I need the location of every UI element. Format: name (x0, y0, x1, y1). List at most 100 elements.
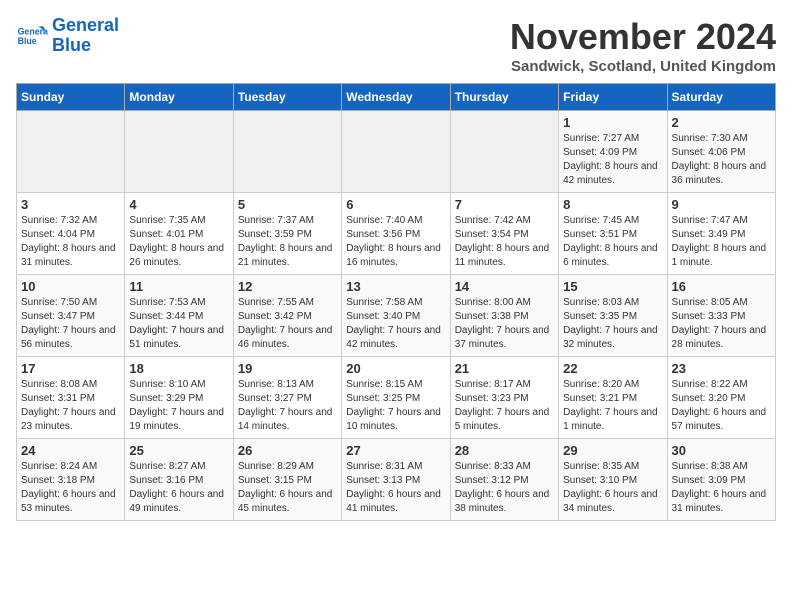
day-info: Sunrise: 8:24 AM Sunset: 3:18 PM Dayligh… (21, 460, 120, 516)
calendar-cell: 8Sunrise: 7:45 AM Sunset: 3:51 PM Daylig… (559, 193, 667, 275)
day-number: 4 (129, 197, 228, 212)
day-info: Sunrise: 8:22 AM Sunset: 3:20 PM Dayligh… (672, 378, 771, 434)
day-number: 25 (129, 443, 228, 458)
col-header-tuesday: Tuesday (233, 84, 341, 111)
day-number: 3 (21, 197, 120, 212)
calendar-cell: 24 Sunrise: 8:24 AM Sunset: 3:18 PM Dayli… (17, 439, 125, 521)
day-info: Sunrise: 7:50 AM Sunset: 3:47 PM Dayligh… (21, 296, 120, 352)
day-info: Sunrise: 8:29 AM Sunset: 3:15 PM Dayligh… (238, 460, 337, 516)
day-info: Sunrise: 8:05 AM Sunset: 3:33 PM Dayligh… (672, 296, 771, 352)
calendar-cell: 3Sunrise: 7:32 AM Sunset: 4:04 PM Daylig… (17, 193, 125, 275)
day-number: 29 (563, 443, 662, 458)
calendar-cell: 7Sunrise: 7:42 AM Sunset: 3:54 PM Daylig… (450, 193, 558, 275)
calendar-cell: 22Sunrise: 8:20 AM Sunset: 3:21 PM Dayli… (559, 357, 667, 439)
svg-text:Blue: Blue (18, 36, 37, 46)
day-number: 15 (563, 279, 662, 294)
day-number: 10 (21, 279, 120, 294)
calendar-cell: 14 Sunrise: 8:00 AM Sunset: 3:38 PM Dayli… (450, 275, 558, 357)
day-info: Sunrise: 8:17 AM Sunset: 3:23 PM Dayligh… (455, 378, 554, 434)
day-info: Sunrise: 8:08 AM Sunset: 3:31 PM Dayligh… (21, 378, 120, 434)
calendar-cell: 30 Sunrise: 8:38 AM Sunset: 3:09 PM Dayli… (667, 439, 775, 521)
calendar-cell: 2 Sunrise: 7:30 AM Sunset: 4:06 PM Daylig… (667, 111, 775, 193)
day-info: Sunrise: 8:27 AM Sunset: 3:16 PM Dayligh… (129, 460, 228, 516)
calendar-week-row: 3Sunrise: 7:32 AM Sunset: 4:04 PM Daylig… (17, 193, 776, 275)
calendar-cell: 20Sunrise: 8:15 AM Sunset: 3:25 PM Dayli… (342, 357, 450, 439)
calendar-cell: 19Sunrise: 8:13 AM Sunset: 3:27 PM Dayli… (233, 357, 341, 439)
day-number: 24 (21, 443, 120, 458)
calendar-cell: 18Sunrise: 8:10 AM Sunset: 3:29 PM Dayli… (125, 357, 233, 439)
day-info: Sunrise: 8:35 AM Sunset: 3:10 PM Dayligh… (563, 460, 662, 516)
day-number: 21 (455, 361, 554, 376)
day-number: 1 (563, 115, 662, 130)
day-info: Sunrise: 8:03 AM Sunset: 3:35 PM Dayligh… (563, 296, 662, 352)
day-info: Sunrise: 8:33 AM Sunset: 3:12 PM Dayligh… (455, 460, 554, 516)
col-header-monday: Monday (125, 84, 233, 111)
day-info: Sunrise: 8:00 AM Sunset: 3:38 PM Dayligh… (455, 296, 554, 352)
day-number: 28 (455, 443, 554, 458)
day-info: Sunrise: 7:55 AM Sunset: 3:42 PM Dayligh… (238, 296, 337, 352)
calendar-cell: 27 Sunrise: 8:31 AM Sunset: 3:13 PM Dayli… (342, 439, 450, 521)
day-info: Sunrise: 8:38 AM Sunset: 3:09 PM Dayligh… (672, 460, 771, 516)
calendar-cell (233, 111, 341, 193)
col-header-saturday: Saturday (667, 84, 775, 111)
day-number: 13 (346, 279, 445, 294)
month-year-title: November 2024 (510, 16, 776, 58)
calendar-week-row: 1Sunrise: 7:27 AM Sunset: 4:09 PM Daylig… (17, 111, 776, 193)
col-header-sunday: Sunday (17, 84, 125, 111)
calendar-week-row: 24 Sunrise: 8:24 AM Sunset: 3:18 PM Dayli… (17, 439, 776, 521)
calendar-cell (342, 111, 450, 193)
calendar-table: SundayMondayTuesdayWednesdayThursdayFrid… (16, 83, 776, 521)
calendar-cell (17, 111, 125, 193)
day-number: 6 (346, 197, 445, 212)
day-info: Sunrise: 7:53 AM Sunset: 3:44 PM Dayligh… (129, 296, 228, 352)
day-number: 16 (672, 279, 771, 294)
day-info: Sunrise: 7:42 AM Sunset: 3:54 PM Dayligh… (455, 214, 554, 270)
location-subtitle: Sandwick, Scotland, United Kingdom (510, 58, 776, 75)
day-number: 19 (238, 361, 337, 376)
calendar-cell: 6Sunrise: 7:40 AM Sunset: 3:56 PM Daylig… (342, 193, 450, 275)
calendar-cell: 23 Sunrise: 8:22 AM Sunset: 3:20 PM Dayli… (667, 357, 775, 439)
calendar-cell: 25 Sunrise: 8:27 AM Sunset: 3:16 PM Dayli… (125, 439, 233, 521)
day-info: Sunrise: 7:30 AM Sunset: 4:06 PM Dayligh… (672, 132, 771, 188)
day-info: Sunrise: 8:15 AM Sunset: 3:25 PM Dayligh… (346, 378, 445, 434)
logo: General Blue General Blue (16, 16, 119, 56)
calendar-cell: 10 Sunrise: 7:50 AM Sunset: 3:47 PM Dayli… (17, 275, 125, 357)
day-info: Sunrise: 7:37 AM Sunset: 3:59 PM Dayligh… (238, 214, 337, 270)
calendar-week-row: 17 Sunrise: 8:08 AM Sunset: 3:31 PM Dayli… (17, 357, 776, 439)
day-number: 26 (238, 443, 337, 458)
day-number: 9 (672, 197, 771, 212)
calendar-cell: 5 Sunrise: 7:37 AM Sunset: 3:59 PM Daylig… (233, 193, 341, 275)
day-number: 12 (238, 279, 337, 294)
calendar-header-row: SundayMondayTuesdayWednesdayThursdayFrid… (17, 84, 776, 111)
col-header-thursday: Thursday (450, 84, 558, 111)
day-number: 17 (21, 361, 120, 376)
col-header-friday: Friday (559, 84, 667, 111)
calendar-cell: 16 Sunrise: 8:05 AM Sunset: 3:33 PM Dayli… (667, 275, 775, 357)
calendar-cell: 13 Sunrise: 7:58 AM Sunset: 3:40 PM Dayli… (342, 275, 450, 357)
calendar-cell: 4 Sunrise: 7:35 AM Sunset: 4:01 PM Daylig… (125, 193, 233, 275)
calendar-cell: 11 Sunrise: 7:53 AM Sunset: 3:44 PM Dayli… (125, 275, 233, 357)
day-number: 11 (129, 279, 228, 294)
calendar-cell: 1Sunrise: 7:27 AM Sunset: 4:09 PM Daylig… (559, 111, 667, 193)
day-info: Sunrise: 7:58 AM Sunset: 3:40 PM Dayligh… (346, 296, 445, 352)
calendar-cell (125, 111, 233, 193)
day-info: Sunrise: 8:31 AM Sunset: 3:13 PM Dayligh… (346, 460, 445, 516)
col-header-wednesday: Wednesday (342, 84, 450, 111)
day-number: 27 (346, 443, 445, 458)
day-info: Sunrise: 8:10 AM Sunset: 3:29 PM Dayligh… (129, 378, 228, 434)
day-number: 5 (238, 197, 337, 212)
day-number: 14 (455, 279, 554, 294)
day-number: 30 (672, 443, 771, 458)
title-area: November 2024 Sandwick, Scotland, United… (510, 16, 776, 75)
day-info: Sunrise: 7:47 AM Sunset: 3:49 PM Dayligh… (672, 214, 771, 270)
day-number: 2 (672, 115, 771, 130)
calendar-cell: 29 Sunrise: 8:35 AM Sunset: 3:10 PM Dayli… (559, 439, 667, 521)
calendar-cell (450, 111, 558, 193)
day-number: 23 (672, 361, 771, 376)
day-info: Sunrise: 7:45 AM Sunset: 3:51 PM Dayligh… (563, 214, 662, 270)
page-header: General Blue General Blue November 2024 … (16, 16, 776, 75)
calendar-cell: 17 Sunrise: 8:08 AM Sunset: 3:31 PM Dayli… (17, 357, 125, 439)
day-info: Sunrise: 7:35 AM Sunset: 4:01 PM Dayligh… (129, 214, 228, 270)
day-info: Sunrise: 8:20 AM Sunset: 3:21 PM Dayligh… (563, 378, 662, 434)
calendar-cell: 12 Sunrise: 7:55 AM Sunset: 3:42 PM Dayli… (233, 275, 341, 357)
